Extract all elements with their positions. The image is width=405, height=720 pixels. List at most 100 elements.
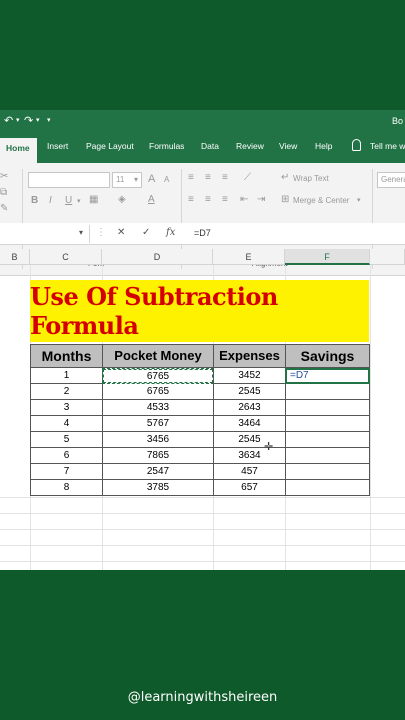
grid-line <box>0 545 405 546</box>
font-color-icon[interactable]: A <box>148 194 155 205</box>
cell-pocket-money[interactable]: 2547 <box>102 464 214 480</box>
cell-pocket-money[interactable]: 5767 <box>102 416 214 432</box>
font-size-value: 11 <box>116 175 125 184</box>
column-header-c[interactable]: C <box>30 249 102 265</box>
cell-expenses[interactable]: 457 <box>213 464 286 480</box>
borders-icon[interactable]: ▦ <box>89 194 98 205</box>
column-header-e[interactable]: E <box>213 249 285 265</box>
merge-center-icon[interactable]: ⊞ <box>281 194 289 205</box>
cell-expenses[interactable]: 2643 <box>213 400 286 416</box>
italic-button[interactable]: I <box>49 195 52 206</box>
cell-expenses[interactable]: 2545 <box>213 432 286 448</box>
header-pocket-money[interactable]: Pocket Money <box>102 344 214 368</box>
underline-dropdown-icon[interactable]: ▾ <box>77 197 81 205</box>
cell-savings[interactable] <box>285 448 370 464</box>
wrap-text-button[interactable]: Wrap Text <box>293 174 329 183</box>
column-header-b[interactable]: B <box>0 249 30 265</box>
align-bottom-icon[interactable]: ≡ <box>222 172 228 183</box>
cancel-formula-icon[interactable]: ✕ <box>117 227 125 238</box>
cell-expenses[interactable]: 657 <box>213 480 286 496</box>
copy-icon[interactable]: ⧉ <box>0 187 7 198</box>
formula-input[interactable]: =D7 <box>194 228 211 238</box>
tab-view[interactable]: View <box>279 141 297 151</box>
tab-data[interactable]: Data <box>201 141 219 151</box>
align-top-icon[interactable]: ≡ <box>188 172 194 183</box>
number-format-field[interactable]: Genera <box>377 172 405 188</box>
cell-pocket-money[interactable]: 4533 <box>102 400 214 416</box>
cell-month[interactable]: 1 <box>30 368 103 384</box>
cell-pocket-money[interactable]: 3456 <box>102 432 214 448</box>
cell-month[interactable]: 7 <box>30 464 103 480</box>
header-savings[interactable]: Savings <box>285 344 370 368</box>
cell-month[interactable]: 8 <box>30 480 103 496</box>
cell-expenses[interactable]: 2545 <box>213 384 286 400</box>
column-header-f[interactable]: F <box>285 249 370 265</box>
undo-dropdown-icon[interactable]: ▾ <box>16 116 20 124</box>
column-header-d[interactable]: D <box>102 249 213 265</box>
cell-month[interactable]: 2 <box>30 384 103 400</box>
merge-dropdown-icon[interactable]: ▾ <box>357 196 361 204</box>
decrease-indent-icon[interactable]: ⇤ <box>240 194 248 205</box>
orientation-icon[interactable]: ⟋ <box>244 172 251 183</box>
cell-pocket-money[interactable]: 3785 <box>102 480 214 496</box>
shrink-font-icon[interactable]: A <box>164 175 169 184</box>
cell-pocket-money[interactable]: 6765 <box>102 384 214 400</box>
cell-pocket-money[interactable]: 6765 <box>102 368 214 384</box>
underline-button[interactable]: U <box>65 195 72 206</box>
name-box[interactable]: ▾ <box>0 225 90 243</box>
cell-savings[interactable] <box>285 464 370 480</box>
merge-center-button[interactable]: Merge & Center <box>293 196 349 205</box>
wrap-text-icon[interactable]: ↵ <box>281 172 289 183</box>
tab-page-layout[interactable]: Page Layout <box>86 141 134 151</box>
fill-color-icon[interactable]: ◈ <box>118 194 126 205</box>
cell-month[interactable]: 3 <box>30 400 103 416</box>
customize-toolbar-icon[interactable]: ▾ <box>47 116 51 124</box>
align-center-icon[interactable]: ≡ <box>205 194 211 205</box>
grid-line <box>0 561 405 562</box>
tab-review[interactable]: Review <box>236 141 264 151</box>
drag-handle-icon[interactable]: ⋮ <box>96 227 106 238</box>
redo-icon[interactable]: ↷ <box>24 114 33 127</box>
cell-savings[interactable] <box>285 416 370 432</box>
tell-me-search[interactable]: Tell me w <box>370 141 405 151</box>
grow-font-icon[interactable]: A <box>148 173 155 185</box>
enter-formula-icon[interactable]: ✓ <box>142 227 150 238</box>
font-size-field[interactable]: 11 ▾ <box>112 172 142 188</box>
insert-function-icon[interactable]: fx <box>166 227 175 238</box>
tab-formulas[interactable]: Formulas <box>149 141 184 151</box>
title-bar: ↶ ▾ ↷ ▾ ▾ Bo <box>0 110 405 135</box>
workbook-title: Bo <box>391 116 403 126</box>
cell-pocket-money[interactable]: 7865 <box>102 448 214 464</box>
cell-savings[interactable] <box>285 400 370 416</box>
align-left-icon[interactable]: ≡ <box>188 194 194 205</box>
column-header-g[interactable] <box>370 249 405 265</box>
cell-savings[interactable] <box>285 480 370 496</box>
header-months[interactable]: Months <box>30 344 103 368</box>
align-middle-icon[interactable]: ≡ <box>205 172 211 183</box>
chevron-down-icon: ▾ <box>133 175 138 184</box>
cell-expenses[interactable]: 3464 <box>213 416 286 432</box>
title-banner[interactable]: Use Of Subtraction Formula <box>30 280 369 342</box>
cell-savings[interactable]: =D7 <box>285 368 370 384</box>
bold-button[interactable]: B <box>31 195 38 206</box>
cell-savings[interactable] <box>285 432 370 448</box>
tab-help[interactable]: Help <box>315 141 332 151</box>
increase-indent-icon[interactable]: ⇥ <box>257 194 265 205</box>
cut-icon[interactable]: ✂ <box>0 171 8 182</box>
grid-line <box>370 265 371 570</box>
cell-expenses[interactable]: 3634 <box>213 448 286 464</box>
cell-savings[interactable] <box>285 384 370 400</box>
cell-month[interactable]: 6 <box>30 448 103 464</box>
font-name-field[interactable] <box>28 172 110 188</box>
undo-icon[interactable]: ↶ <box>4 114 13 127</box>
tab-insert[interactable]: Insert <box>47 141 68 151</box>
cell-month[interactable]: 4 <box>30 416 103 432</box>
excel-window: ↶ ▾ ↷ ▾ ▾ Bo Home Insert Page Layout For… <box>0 110 405 570</box>
header-expenses[interactable]: Expenses <box>213 344 286 368</box>
cell-expenses[interactable]: 3452 <box>213 368 286 384</box>
align-right-icon[interactable]: ≡ <box>222 194 228 205</box>
cell-month[interactable]: 5 <box>30 432 103 448</box>
tab-home[interactable]: Home <box>0 138 37 163</box>
redo-dropdown-icon[interactable]: ▾ <box>36 116 40 124</box>
format-painter-icon[interactable]: ✎ <box>0 203 8 214</box>
